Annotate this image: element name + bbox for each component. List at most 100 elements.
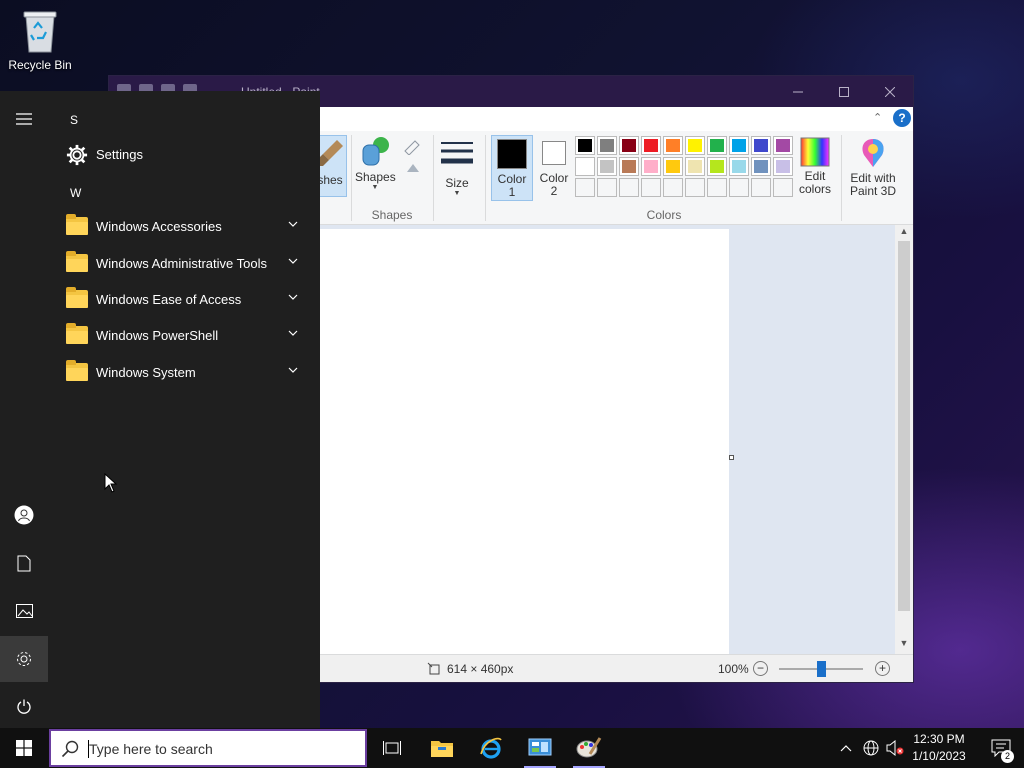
control-panel-button[interactable] <box>516 728 564 768</box>
outline-fill-buttons[interactable] <box>399 137 425 187</box>
zoom-out-button[interactable]: − <box>753 661 768 676</box>
zoom-in-button[interactable]: + <box>875 661 890 676</box>
scroll-up-icon[interactable]: ▲ <box>895 226 913 240</box>
pictures-button[interactable] <box>0 588 48 634</box>
clock-time: 12:30 PM <box>913 732 965 746</box>
swatch-fill <box>666 160 680 173</box>
palette-color-swatch[interactable] <box>619 136 639 155</box>
paint-taskbar-button[interactable] <box>565 728 613 768</box>
color2-label: Color 2 <box>539 171 569 198</box>
section-letter-s[interactable]: S <box>70 113 78 127</box>
swatch-fill <box>710 160 724 173</box>
start-item-windows-system[interactable]: Windows System <box>48 355 320 391</box>
start-item-settings[interactable]: Settings <box>48 137 320 173</box>
palette-custom-slot[interactable] <box>751 178 771 197</box>
palette-color-swatch[interactable] <box>641 157 661 176</box>
palette-color-swatch[interactable] <box>685 136 705 155</box>
palette-color-swatch[interactable] <box>729 136 749 155</box>
edit-with-paint3d-button[interactable]: Edit with Paint 3D <box>845 137 901 203</box>
internet-explorer-button[interactable] <box>467 728 515 768</box>
palette-custom-slot[interactable] <box>641 178 661 197</box>
palette-color-swatch[interactable] <box>597 157 617 176</box>
size-button[interactable]: Size ▼ <box>439 139 475 199</box>
palette-color-swatch[interactable] <box>751 157 771 176</box>
swatch-fill <box>578 160 592 173</box>
expand-menu-button[interactable] <box>0 96 48 142</box>
palette-color-swatch[interactable] <box>663 157 683 176</box>
section-letter-w[interactable]: W <box>70 186 81 200</box>
palette-custom-slot[interactable] <box>597 178 617 197</box>
palette-color-swatch[interactable] <box>597 136 617 155</box>
palette-color-swatch[interactable] <box>663 136 683 155</box>
task-view-button[interactable] <box>368 728 416 768</box>
gear-icon <box>66 144 88 166</box>
show-hidden-icons-button[interactable] <box>836 728 856 768</box>
recycle-bin-desktop-icon[interactable]: Recycle Bin <box>4 6 76 72</box>
volume-button[interactable] <box>884 728 906 768</box>
palette-color-swatch[interactable] <box>707 136 727 155</box>
file-explorer-button[interactable] <box>418 728 466 768</box>
palette-custom-slot[interactable] <box>619 178 639 197</box>
chevron-down-icon <box>288 294 298 300</box>
palette-color-swatch[interactable] <box>729 157 749 176</box>
maximize-button[interactable] <box>821 76 867 107</box>
ribbon-collapse-icon[interactable]: ⌃ <box>873 111 882 124</box>
vertical-scrollbar[interactable]: ▲ ▼ <box>895 225 913 654</box>
start-item-windows-ease-of-access[interactable]: Windows Ease of Access <box>48 282 320 318</box>
color1-label: Color 1 <box>497 172 527 199</box>
palette-custom-slot[interactable] <box>663 178 683 197</box>
palette-color-swatch[interactable] <box>641 136 661 155</box>
taskbar-search-box[interactable]: Type here to search <box>49 729 367 767</box>
scroll-down-icon[interactable]: ▼ <box>895 638 913 652</box>
shapes-label: Shapes <box>355 170 396 184</box>
taskbar-clock[interactable]: 12:30 PM 1/10/2023 <box>906 731 972 765</box>
documents-button[interactable] <box>0 540 48 586</box>
start-item-label: Windows Administrative Tools <box>96 256 267 271</box>
start-item-windows-administrative-tools[interactable]: Windows Administrative Tools <box>48 246 320 282</box>
color-palette <box>575 136 793 197</box>
search-placeholder: Type here to search <box>89 741 213 757</box>
start-item-windows-powershell[interactable]: Windows PowerShell <box>48 318 320 354</box>
taskbar: Type here to search 12:30 PM 1/10/2023 2 <box>0 728 1024 768</box>
power-button[interactable] <box>0 684 48 730</box>
palette-custom-slot[interactable] <box>773 178 793 197</box>
folder-icon <box>64 287 90 312</box>
help-button[interactable]: ? <box>893 109 911 127</box>
palette-color-swatch[interactable] <box>707 157 727 176</box>
edit-colors-button[interactable]: Edit colors <box>797 137 833 201</box>
close-button[interactable] <box>867 76 913 107</box>
clock-date: 1/10/2023 <box>912 749 966 763</box>
scroll-thumb[interactable] <box>898 241 910 611</box>
chevron-up-icon <box>840 745 852 752</box>
shapes-button[interactable]: Shapes ▼ <box>355 135 396 201</box>
minimize-button[interactable] <box>775 76 821 107</box>
palette-custom-slot[interactable] <box>685 178 705 197</box>
folder-icon <box>64 323 90 348</box>
start-button[interactable] <box>0 728 48 768</box>
user-account-button[interactable] <box>0 492 48 538</box>
action-center-button[interactable] <box>978 728 1024 768</box>
palette-color-swatch[interactable] <box>575 157 595 176</box>
palette-custom-slot[interactable] <box>575 178 595 197</box>
palette-color-swatch[interactable] <box>575 136 595 155</box>
palette-color-swatch[interactable] <box>773 157 793 176</box>
palette-color-swatch[interactable] <box>619 157 639 176</box>
color2-button[interactable]: Color 2 <box>533 135 575 201</box>
color1-button[interactable]: Color 1 <box>491 135 533 201</box>
palette-color-swatch[interactable] <box>751 136 771 155</box>
start-item-windows-accessories[interactable]: Windows Accessories <box>48 209 320 245</box>
network-button[interactable] <box>860 728 882 768</box>
canvas-resize-handle[interactable] <box>729 455 734 460</box>
swatch-fill <box>754 139 768 152</box>
palette-color-swatch[interactable] <box>685 157 705 176</box>
documents-icon <box>17 555 31 571</box>
settings-rail-button[interactable] <box>0 636 48 682</box>
palette-custom-slot[interactable] <box>707 178 727 197</box>
task-view-icon <box>383 741 401 755</box>
size-dropdown-icon: ▼ <box>453 190 461 197</box>
zoom-slider-thumb[interactable] <box>817 661 826 677</box>
start-item-label: Settings <box>96 147 143 162</box>
palette-custom-slot[interactable] <box>729 178 749 197</box>
palette-color-swatch[interactable] <box>773 136 793 155</box>
swatch-fill <box>600 139 614 152</box>
